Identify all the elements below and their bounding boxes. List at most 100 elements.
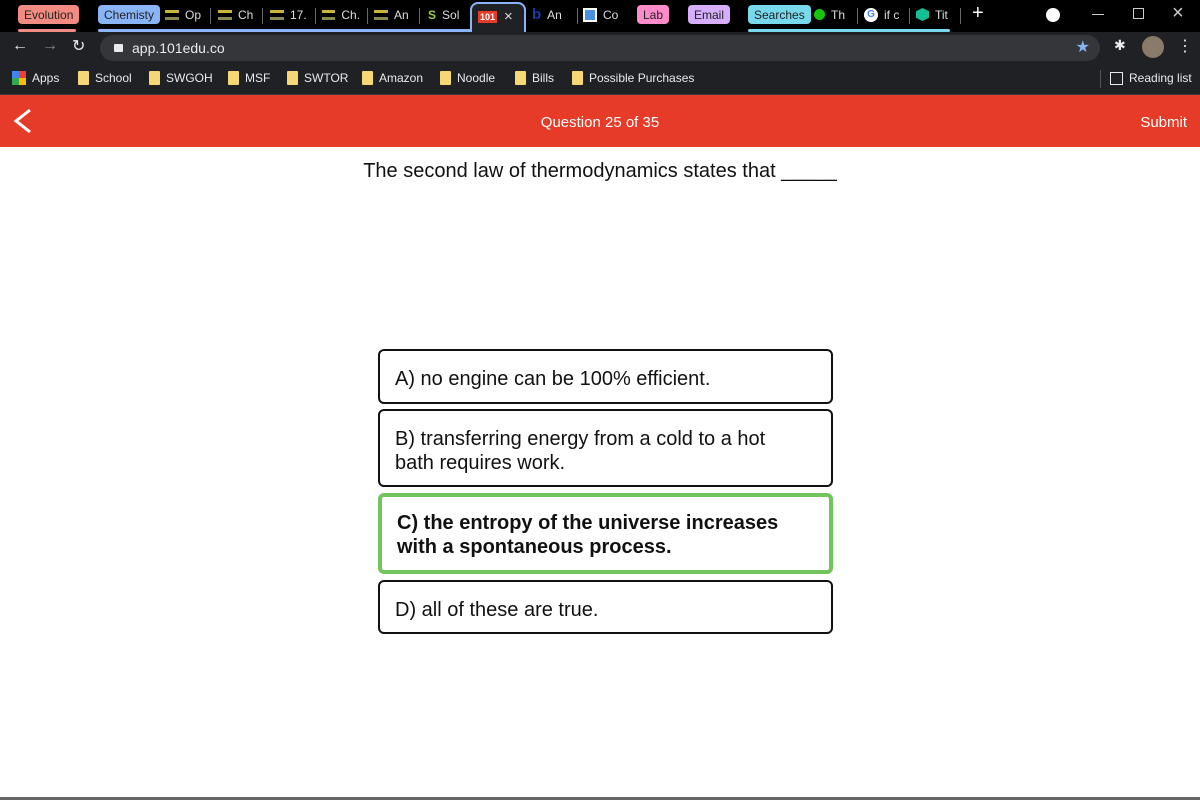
bookmark-label: Bills <box>532 71 555 85</box>
url-input[interactable]: app.101edu.co ★ <box>100 35 1100 61</box>
q-icon <box>814 9 825 20</box>
folder-icon <box>515 71 526 85</box>
bookmark-possible-purchases[interactable]: Possible Purchases <box>572 71 694 85</box>
divider <box>262 8 263 24</box>
forward-icon[interactable]: → <box>42 37 58 55</box>
bookmark-amazon[interactable]: Amazon <box>362 71 423 85</box>
tab-title: Tit <box>935 7 948 22</box>
submit-button[interactable]: Submit <box>1140 114 1187 131</box>
khan-icon <box>916 8 929 21</box>
folder-icon <box>149 71 160 85</box>
tab[interactable]: Tit <box>916 5 954 24</box>
tab-group-lab[interactable]: Lab <box>637 5 670 24</box>
tab[interactable]: Op <box>165 5 205 24</box>
address-bar-row: ← → ↻ app.101edu.co ★ ✱ ⋮ <box>0 32 1200 62</box>
tab-strip: Evolution Chemisty Op Ch 17. Ch. An S Sol… <box>0 0 1200 32</box>
bookmark-bills[interactable]: Bills <box>515 71 554 85</box>
folder-icon <box>287 71 298 85</box>
folder-icon <box>228 71 239 85</box>
divider <box>1100 70 1101 88</box>
stack-icon <box>218 9 232 20</box>
doc-icon <box>583 7 597 22</box>
tab-group-email[interactable]: Email <box>688 5 731 24</box>
stack-icon <box>322 9 336 20</box>
minimize-icon[interactable] <box>1092 14 1104 15</box>
divider <box>960 8 961 24</box>
tab-title: Th <box>831 7 846 22</box>
folder-icon <box>362 71 373 85</box>
reading-list-label: Reading list <box>1129 71 1192 85</box>
tab-title: An <box>547 7 562 22</box>
tab[interactable]: An <box>374 5 412 24</box>
star-icon[interactable]: ★ <box>1076 35 1090 61</box>
option-d[interactable]: D) all of these are true. <box>378 580 833 634</box>
tab-search-icon[interactable] <box>1046 8 1060 22</box>
bookmark-swtor[interactable]: SWTOR <box>287 71 348 85</box>
tab-title: Ch <box>238 7 254 22</box>
stack-icon <box>374 9 388 20</box>
bookmarks-bar: Apps School SWGOH MSF SWTOR Amazon Noodl… <box>0 62 1200 95</box>
close-window-icon[interactable]: × <box>1172 2 1184 25</box>
tab-group-chemisty[interactable]: Chemisty <box>98 5 161 24</box>
option-a[interactable]: A) no engine can be 100% efficient. <box>378 349 833 404</box>
google-icon: G <box>864 7 878 22</box>
active-tab[interactable]: 101 × <box>470 2 526 32</box>
folder-icon <box>78 71 89 85</box>
apps-icon <box>12 71 26 85</box>
reload-icon[interactable]: ↻ <box>72 36 85 56</box>
tab[interactable]: Th <box>814 5 852 24</box>
divider <box>577 8 578 24</box>
avatar[interactable] <box>1142 36 1164 58</box>
folder-icon <box>572 71 583 85</box>
reading-list-icon <box>1110 71 1123 85</box>
101-icon: 101 <box>478 11 498 23</box>
tab[interactable]: 17. <box>270 5 310 24</box>
bookmark-label: SWGOH <box>166 71 213 85</box>
extensions-icon[interactable]: ✱ <box>1114 37 1126 54</box>
divider <box>315 8 316 24</box>
bookmark-apps[interactable]: Apps <box>12 71 59 85</box>
question-text: The second law of thermodynamics states … <box>363 160 837 182</box>
bookmark-swgoh[interactable]: SWGOH <box>149 71 213 85</box>
tab[interactable]: Co <box>583 5 623 24</box>
tab-title: Op <box>185 7 202 22</box>
question-counter: Question 25 of 35 <box>540 114 660 131</box>
question-header: Question 25 of 35 Submit <box>0 95 1200 147</box>
bookmark-school[interactable]: School <box>78 71 132 85</box>
divider <box>857 8 858 24</box>
close-tab-icon[interactable]: × <box>504 8 513 25</box>
tab[interactable]: b An <box>532 5 572 24</box>
bookmark-noodle[interactable]: Noodle <box>440 71 495 85</box>
url-text: app.101edu.co <box>132 40 225 56</box>
tab-group-evolution[interactable]: Evolution <box>18 5 80 24</box>
restore-icon[interactable] <box>1133 8 1144 19</box>
back-icon[interactable]: ← <box>12 37 28 55</box>
stack-icon <box>270 9 284 20</box>
tab-title: Co <box>603 7 619 22</box>
stack-icon <box>165 9 179 20</box>
folder-icon <box>440 71 451 85</box>
divider <box>367 8 368 24</box>
tab[interactable]: Ch. <box>322 5 360 24</box>
tab-group-searches[interactable]: Searches <box>748 5 811 24</box>
tab-title: Sol <box>442 7 460 22</box>
bookmark-label: SWTOR <box>304 71 349 85</box>
tab-title: An <box>394 7 409 22</box>
bookmark-label: Noodle <box>457 71 496 85</box>
s-icon: S <box>428 7 437 22</box>
option-c-selected[interactable]: C) the entropy of the universe increases… <box>378 493 833 574</box>
tab[interactable]: Ch <box>218 5 256 24</box>
tab[interactable]: Gif c <box>864 5 904 24</box>
tab[interactable]: S Sol <box>428 5 464 24</box>
divider <box>909 8 910 24</box>
b-icon: b <box>532 6 542 23</box>
bookmark-msf[interactable]: MSF <box>228 71 270 85</box>
new-tab-icon[interactable]: + <box>972 2 984 25</box>
bookmark-label: MSF <box>245 71 271 85</box>
tab-title: if c <box>884 7 900 22</box>
option-b[interactable]: B) transferring energy from a cold to a … <box>378 409 833 487</box>
lock-icon <box>114 44 123 52</box>
bookmark-label: Apps <box>32 71 60 85</box>
menu-icon[interactable]: ⋮ <box>1177 36 1193 56</box>
reading-list-button[interactable]: Reading list <box>1110 71 1192 85</box>
